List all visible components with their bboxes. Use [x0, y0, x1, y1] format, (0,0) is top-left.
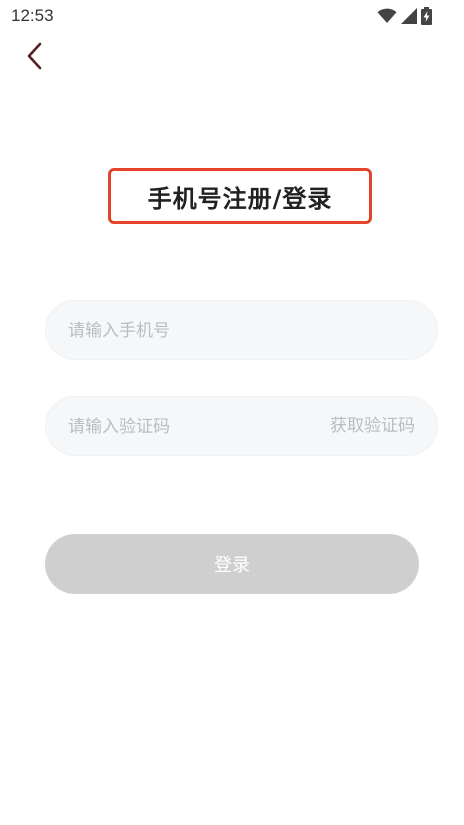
verification-code-input[interactable]	[66, 397, 310, 457]
page-title: 手机号注册/登录	[147, 184, 333, 213]
status-bar: 12:53	[0, 0, 464, 32]
signal-icon	[401, 8, 417, 24]
code-field[interactable]: 获取验证码	[45, 396, 438, 457]
status-time: 12:53	[11, 6, 54, 25]
chevron-left-icon	[25, 42, 43, 74]
back-button[interactable]	[16, 40, 52, 76]
get-code-button[interactable]: 获取验证码	[330, 397, 415, 455]
battery-charging-icon	[421, 7, 432, 25]
login-button[interactable]: 登录	[45, 534, 419, 594]
phone-input[interactable]	[66, 301, 420, 361]
phone-field[interactable]	[45, 300, 438, 361]
title-highlight-box: 手机号注册/登录	[108, 168, 372, 224]
status-icons	[377, 7, 432, 25]
wifi-icon	[377, 8, 397, 24]
